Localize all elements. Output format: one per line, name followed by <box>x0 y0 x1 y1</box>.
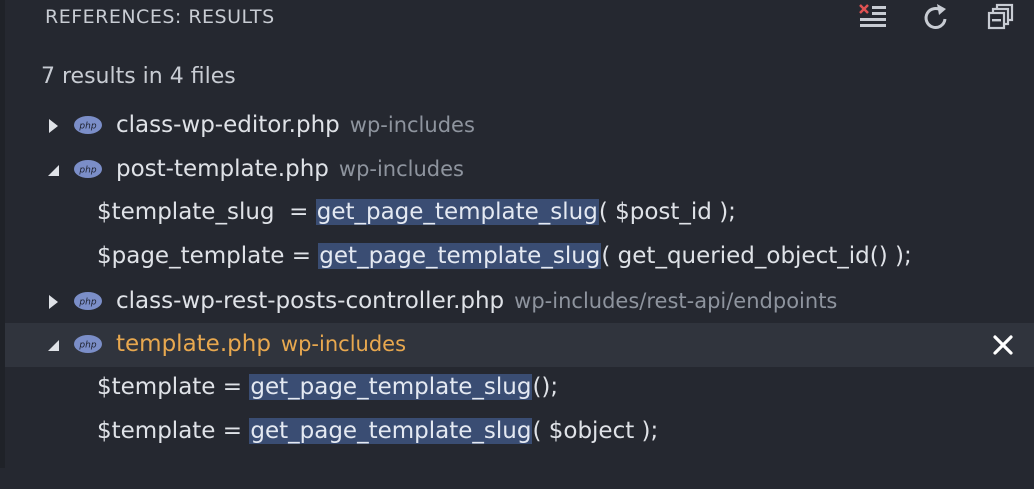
match-text: ( get_queried_object_id() ); <box>601 243 912 269</box>
file-path: wp-includes <box>280 332 407 356</box>
svg-text:php: php <box>78 166 96 176</box>
file-entry: template.php wp-includes <box>116 331 406 357</box>
chevron-down-icon[interactable] <box>46 336 62 354</box>
panel-title: REFERENCES: RESULTS <box>45 6 275 28</box>
match-result[interactable]: $template = get_page_template_slug(); <box>97 367 1027 411</box>
chevron-right-icon[interactable] <box>46 117 62 135</box>
match-text: $page_template = <box>97 243 319 269</box>
match-result[interactable]: $page_template = get_page_template_slug(… <box>97 236 1027 280</box>
php-file-icon: php <box>74 160 102 178</box>
panel-border <box>0 0 5 468</box>
file-row-class-wp-editor[interactable]: php class-wp-editor.php wp-includes <box>5 104 1034 148</box>
file-name: class-wp-editor.php <box>116 112 340 138</box>
svg-text:php: php <box>78 298 96 308</box>
php-file-icon: php <box>74 116 102 134</box>
svg-text:php: php <box>78 122 96 132</box>
match-text: ( $object ); <box>532 418 659 444</box>
file-entry: class-wp-rest-posts-controller.php wp-inc… <box>116 288 837 314</box>
refresh-icon <box>924 4 947 29</box>
chevron-right-icon[interactable] <box>46 293 62 311</box>
file-row-template[interactable]: php template.php wp-includes <box>5 323 1034 367</box>
results-summary: 7 results in 4 files <box>41 64 236 89</box>
refresh-button[interactable] <box>918 0 952 34</box>
close-icon[interactable] <box>989 331 1017 359</box>
file-entry: post-template.php wp-includes <box>116 156 464 182</box>
match-highlight: get_page_template_slug <box>249 374 533 400</box>
file-row-post-template[interactable]: php post-template.php wp-includes <box>5 148 1034 192</box>
match-text: (); <box>532 374 559 400</box>
php-file-icon: php <box>74 335 102 353</box>
references-panel: REFERENCES: RESULTS 7 results in 4 files… <box>0 0 1034 468</box>
match-result[interactable]: $template = get_page_template_slug( $obj… <box>97 411 1027 455</box>
match-text: ( $post_id ); <box>598 199 736 225</box>
file-entry: class-wp-editor.php wp-includes <box>116 112 475 138</box>
match-result[interactable]: $template_slug = get_page_template_slug(… <box>97 192 1027 236</box>
svg-text:php: php <box>78 341 96 351</box>
collapse-all-icon <box>987 3 1014 30</box>
file-path: wp-includes <box>349 113 475 137</box>
file-path: wp-includes <box>338 157 464 181</box>
match-text: $template_slug = <box>97 199 316 225</box>
file-row-class-wp-rest-posts-controller[interactable]: php class-wp-rest-posts-controller.php wp… <box>5 280 1034 324</box>
clear-all-icon <box>859 4 886 27</box>
match-highlight: get_page_template_slug <box>318 243 602 269</box>
clear-all-button[interactable] <box>856 0 890 34</box>
file-path: wp-includes/rest-api/endpoints <box>514 289 838 313</box>
file-name: template.php <box>116 331 271 357</box>
match-text: $template = <box>97 374 250 400</box>
collapse-all-button[interactable] <box>984 0 1018 34</box>
match-highlight: get_page_template_slug <box>315 199 599 225</box>
match-highlight: get_page_template_slug <box>249 418 533 444</box>
file-name: class-wp-rest-posts-controller.php <box>116 288 505 314</box>
panel-header: REFERENCES: RESULTS <box>0 0 1034 36</box>
php-file-icon: php <box>74 292 102 310</box>
match-text: $template = <box>97 418 250 444</box>
chevron-down-icon[interactable] <box>46 161 62 179</box>
file-name: post-template.php <box>116 156 329 182</box>
